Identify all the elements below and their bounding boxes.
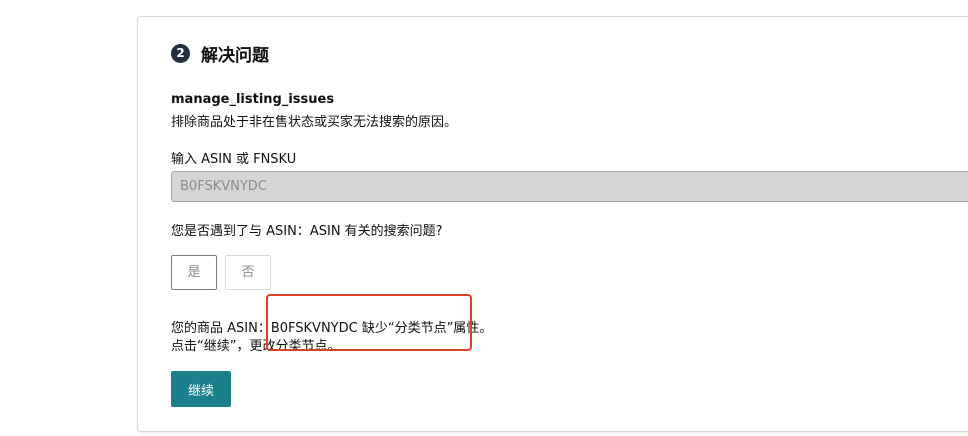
resolve-issue-card: 2 解决问题 manage_listing_issues 排除商品处于非在售状态…	[137, 16, 968, 432]
result-message: 您的商品 ASIN：B0FSKVNYDC 缺少“分类节点”属性。	[171, 321, 493, 336]
asin-input[interactable]	[171, 171, 968, 202]
search-issue-question: 您是否遇到了与 ASIN：ASIN 有关的搜索问题?	[171, 224, 443, 239]
section-description: 排除商品处于非在售状态或买家无法搜索的原因。	[171, 115, 458, 130]
result-instruction: 点击“继续”，更改分类节点。	[171, 339, 341, 354]
yes-button[interactable]: 是	[171, 255, 217, 290]
step-title: 解决问题	[201, 46, 269, 66]
section-key: manage_listing_issues	[171, 92, 335, 107]
step-header: 2 解决问题	[171, 41, 269, 66]
continue-button[interactable]: 继续	[171, 371, 231, 407]
step-number-badge: 2	[171, 44, 190, 63]
asin-field-label: 输入 ASIN 或 FNSKU	[171, 152, 297, 167]
no-button[interactable]: 否	[225, 255, 271, 290]
